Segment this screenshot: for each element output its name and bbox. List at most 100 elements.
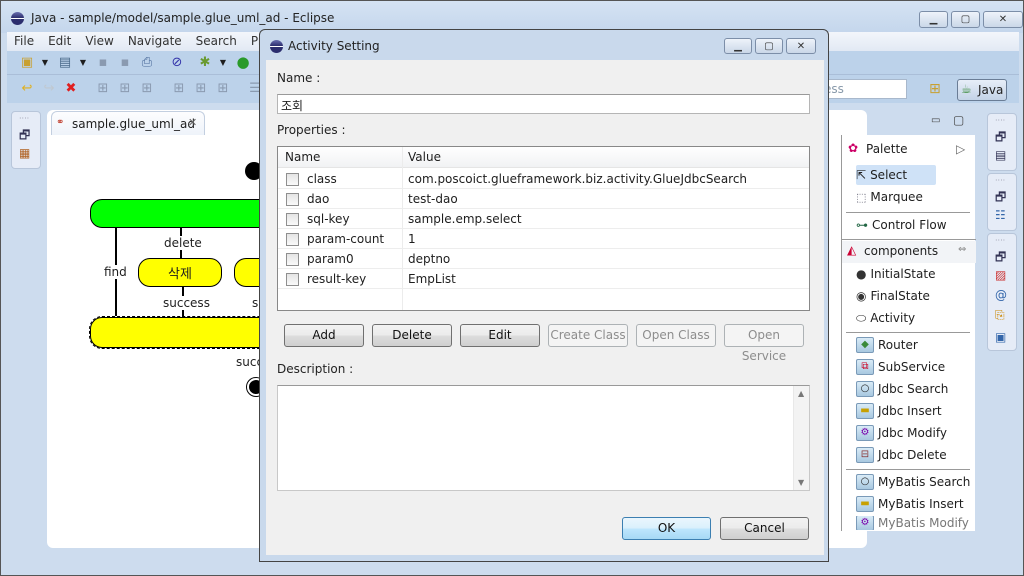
palette-item-mybatis-insert[interactable]: ▬ MyBatis Insert: [856, 494, 964, 514]
new-wizard-icon[interactable]: ▤: [57, 55, 73, 71]
add-button[interactable]: Add: [284, 324, 364, 347]
palette-item-jdbc-delete[interactable]: ⊟ Jdbc Delete: [856, 445, 947, 465]
drag-handle-icon[interactable]: ····: [19, 114, 29, 123]
scroll-up-icon[interactable]: ▲: [798, 389, 804, 398]
restore-icon[interactable]: 🗗: [995, 188, 1006, 209]
menu-navigate[interactable]: Navigate: [121, 32, 189, 51]
open-class-button[interactable]: Open Class: [636, 324, 716, 347]
palette-tool-select[interactable]: ⇱ Select: [856, 165, 936, 185]
dropdown-icon[interactable]: ▼: [75, 55, 91, 71]
dialog-maximize-button[interactable]: ▢: [755, 38, 783, 54]
debug-icon[interactable]: ✱: [197, 55, 213, 71]
menu-file[interactable]: File: [7, 32, 41, 51]
align-center-icon[interactable]: ⊞: [117, 81, 133, 97]
restore-icon[interactable]: 🗗: [995, 128, 1006, 149]
drag-handle-icon[interactable]: ····: [995, 176, 1005, 185]
row-checkbox[interactable]: [286, 253, 299, 266]
java-perspective-button[interactable]: ☕ Java: [957, 79, 1007, 101]
dropdown-icon[interactable]: ▼: [215, 55, 231, 71]
redo-icon[interactable]: ↪: [41, 81, 57, 97]
palette-item-subservice[interactable]: ⧉ SubService: [856, 357, 945, 377]
row-checkbox[interactable]: [286, 273, 299, 286]
palette-item-router[interactable]: ◆ Router: [856, 335, 918, 355]
save-icon[interactable]: ▪: [95, 55, 111, 71]
scroll-down-icon[interactable]: ▼: [798, 478, 804, 487]
row-checkbox[interactable]: [286, 233, 299, 246]
table-row[interactable]: class com.poscoict.glueframework.biz.act…: [278, 169, 809, 189]
print-icon[interactable]: ⎙: [139, 55, 155, 71]
align-bottom-icon[interactable]: ⊞: [215, 81, 231, 97]
table-row[interactable]: result-key EmpList: [278, 269, 809, 289]
menu-search[interactable]: Search: [189, 32, 244, 51]
problems-view-icon[interactable]: ▨: [995, 268, 1006, 282]
quick-access-input[interactable]: ess: [819, 79, 907, 99]
palette-item-jdbc-insert[interactable]: ▬ Jdbc Insert: [856, 401, 942, 421]
maximize-view-icon[interactable]: ▢: [953, 113, 964, 127]
close-tab-icon[interactable]: ✕: [188, 116, 197, 129]
skip-breakpoints-icon[interactable]: ⊘: [169, 55, 185, 71]
outline-icon[interactable]: ▦: [19, 146, 30, 160]
palette-item-mybatis-modify[interactable]: ⚙ MyBatis Modify: [856, 516, 969, 530]
restore-icon[interactable]: 🗗: [19, 126, 30, 147]
palette-tool-marquee[interactable]: ⬚ Marquee: [856, 187, 923, 207]
console-view-icon[interactable]: ▣: [995, 330, 1006, 344]
dropdown-icon[interactable]: ▼: [37, 55, 53, 71]
name-input[interactable]: 조회: [277, 94, 810, 114]
column-header-value[interactable]: Value: [408, 150, 441, 164]
palette-item-initialstate[interactable]: ● InitialState: [856, 264, 935, 284]
create-class-button[interactable]: Create Class: [548, 324, 628, 347]
close-button[interactable]: ✕: [983, 11, 1023, 28]
restore-icon[interactable]: 🗗: [995, 248, 1006, 269]
delete-icon[interactable]: ✖: [63, 81, 79, 97]
align-left-icon[interactable]: ⊞: [95, 81, 111, 97]
description-scrollbar[interactable]: ▲ ▼: [793, 386, 809, 490]
table-row[interactable]: dao test-dao: [278, 189, 809, 209]
align-right-icon[interactable]: ⊞: [139, 81, 155, 97]
dialog-titlebar[interactable]: Activity Setting ▁ ▢ ✕: [260, 30, 828, 60]
components-drawer-header[interactable]: ◭ components ⇔: [842, 241, 976, 263]
editor-tab[interactable]: ⚭ sample.glue_uml_ad ✕: [51, 111, 205, 135]
ok-button[interactable]: OK: [622, 517, 711, 540]
table-row[interactable]: sql-key sample.emp.select: [278, 209, 809, 229]
minimize-button[interactable]: ▁: [919, 11, 948, 28]
edit-button[interactable]: Edit: [460, 324, 540, 347]
delete-button[interactable]: Delete: [372, 324, 452, 347]
maximize-button[interactable]: ▢: [951, 11, 980, 28]
open-service-button[interactable]: Open Service: [724, 324, 804, 363]
delete-activity-node[interactable]: 삭제: [138, 258, 222, 287]
table-row[interactable]: param-count 1: [278, 229, 809, 249]
cancel-button[interactable]: Cancel: [720, 517, 809, 540]
javadoc-view-icon[interactable]: @: [995, 288, 1007, 302]
dialog-close-button[interactable]: ✕: [786, 38, 816, 54]
description-textarea[interactable]: [277, 385, 810, 491]
palette-item-jdbc-search[interactable]: ○ Jdbc Search: [856, 379, 948, 399]
declaration-view-icon[interactable]: ⎘: [995, 308, 1005, 323]
palette-item-jdbc-modify[interactable]: ⚙ Jdbc Modify: [856, 423, 947, 443]
pin-drawer-icon[interactable]: ⇔: [958, 244, 966, 255]
properties-view-icon[interactable]: ▤: [995, 148, 1006, 162]
minimize-view-icon[interactable]: ▭: [931, 115, 940, 126]
outline-view-icon[interactable]: ☷: [995, 208, 1006, 222]
align-top-icon[interactable]: ⊞: [171, 81, 187, 97]
palette-item-mybatis-search[interactable]: ○ MyBatis Search: [856, 472, 970, 492]
save-all-icon[interactable]: ▪: [117, 55, 133, 71]
row-checkbox[interactable]: [286, 193, 299, 206]
row-checkbox[interactable]: [286, 213, 299, 226]
palette-tool-control-flow[interactable]: ⊶ Control Flow: [856, 215, 947, 235]
menu-view[interactable]: View: [78, 32, 120, 51]
undo-icon[interactable]: ↩: [19, 81, 35, 97]
open-perspective-icon[interactable]: ⊞: [929, 81, 941, 97]
align-middle-icon[interactable]: ⊞: [193, 81, 209, 97]
row-checkbox[interactable]: [286, 173, 299, 186]
drag-handle-icon[interactable]: ····: [995, 116, 1005, 125]
table-row[interactable]: param0 deptno: [278, 249, 809, 269]
dialog-minimize-button[interactable]: ▁: [724, 38, 752, 54]
collapse-palette-icon[interactable]: ▷: [956, 142, 965, 156]
new-icon[interactable]: ▣: [19, 55, 35, 71]
palette-item-finalstate[interactable]: ◉ FinalState: [856, 286, 930, 306]
column-header-name[interactable]: Name: [285, 150, 320, 164]
palette-item-activity[interactable]: ⬭ Activity: [856, 308, 915, 328]
run-icon[interactable]: ●: [235, 54, 251, 70]
drag-handle-icon[interactable]: ····: [995, 236, 1005, 245]
menu-edit[interactable]: Edit: [41, 32, 78, 51]
